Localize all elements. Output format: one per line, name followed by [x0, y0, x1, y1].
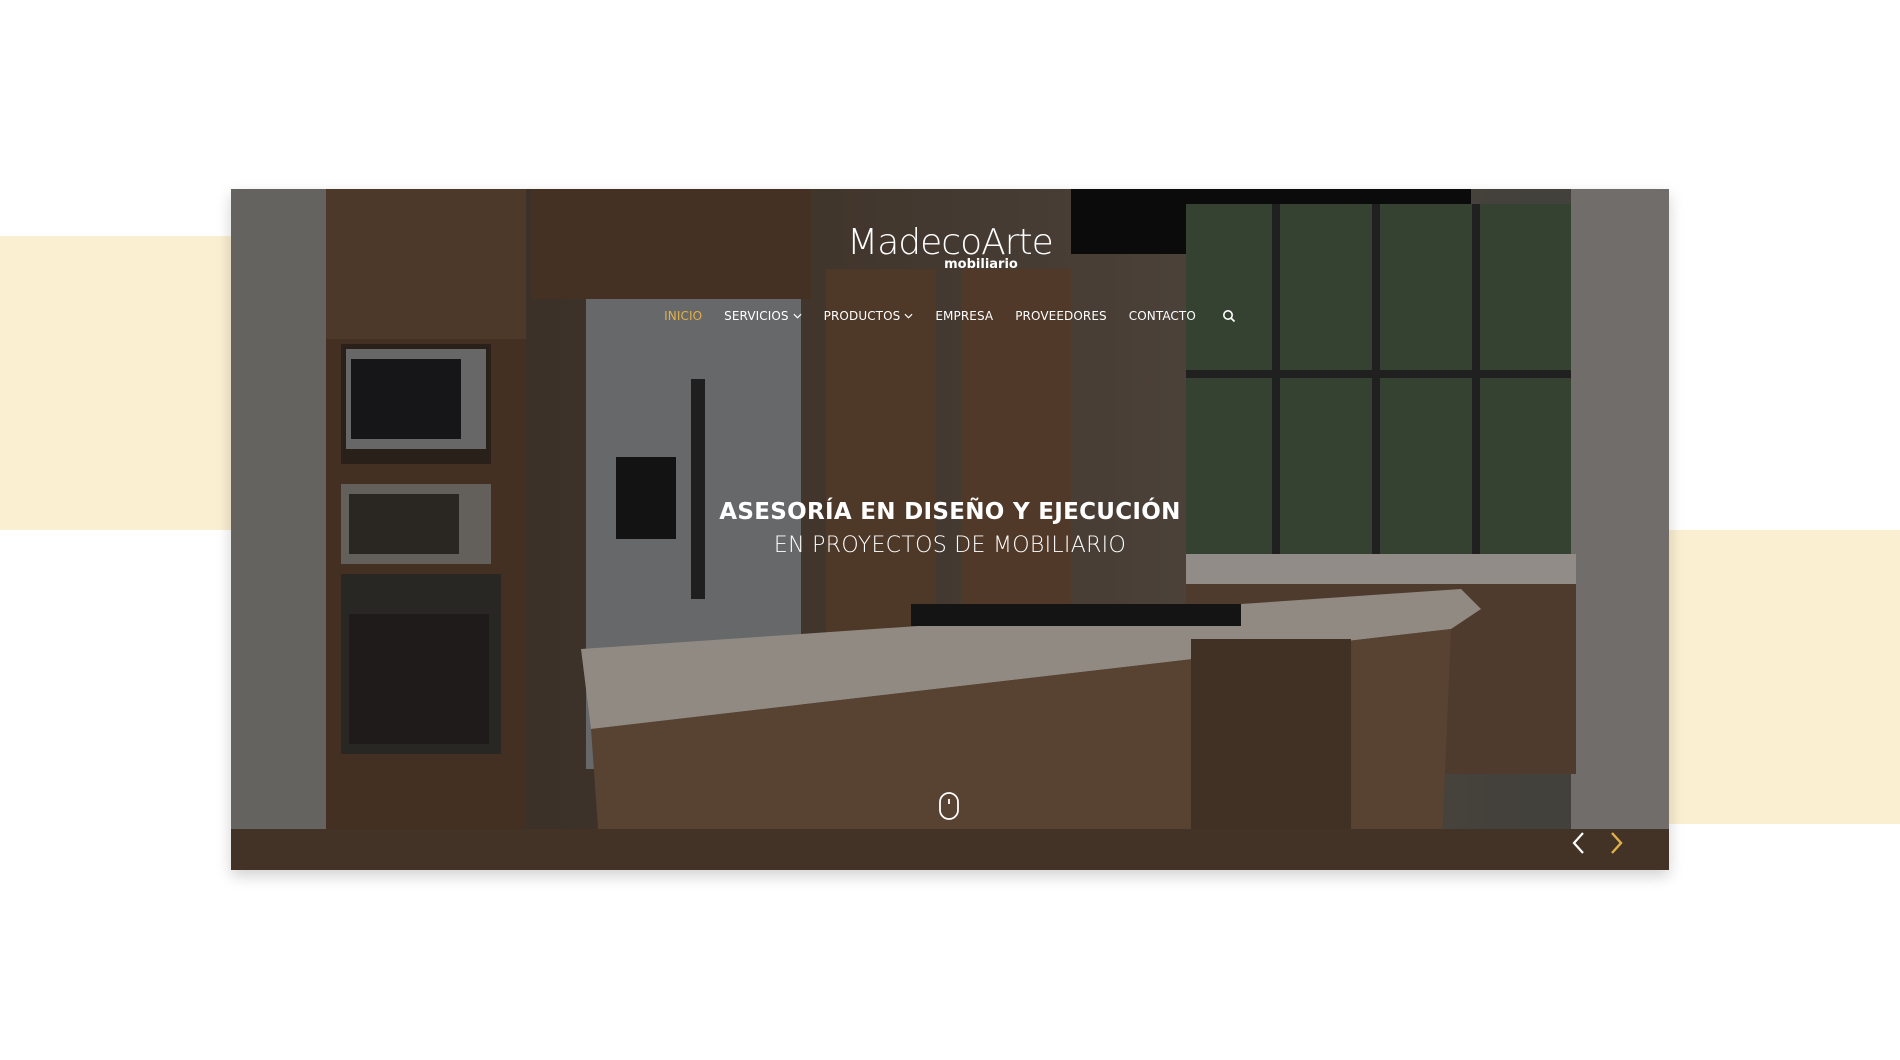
nav-item-label: PROVEEDORES — [1015, 309, 1107, 323]
search-icon[interactable] — [1222, 309, 1236, 323]
brand-logo[interactable]: MadecoArte mobiliario — [231, 223, 1669, 273]
hero-headline-line2: EN PROYECTOS DE MOBILIARIO — [773, 533, 1127, 558]
nav-item-contacto[interactable]: CONTACTO — [1129, 309, 1196, 323]
decorative-band-left — [0, 236, 232, 530]
nav-item-inicio[interactable]: INICIO — [664, 309, 702, 323]
main-nav: INICIO SERVICIOS PRODUCTOS EMPRESA PROVE… — [231, 309, 1669, 323]
brand-tagline: mobiliario — [944, 257, 1018, 272]
nav-item-label: PRODUCTOS — [823, 309, 901, 323]
nav-item-proveedores[interactable]: PROVEEDORES — [1015, 309, 1107, 323]
hero-slider: MadecoArte mobiliario INICIO SERVICIOS P… — [231, 189, 1669, 870]
chevron-down-icon — [793, 313, 802, 319]
chevron-right-icon[interactable] — [1606, 829, 1626, 857]
chevron-down-icon — [904, 313, 913, 319]
nav-item-label: INICIO — [664, 309, 703, 323]
decorative-band-right — [1668, 530, 1900, 824]
hero-headline-line1: ASESORÍA EN DISEÑO Y EJECUCIÓN — [719, 499, 1181, 525]
mouse-scroll-icon[interactable] — [938, 791, 960, 821]
nav-item-servicios[interactable]: SERVICIOS — [724, 309, 802, 323]
hero-headline: ASESORÍA EN DISEÑO Y EJECUCIÓN EN PROYEC… — [231, 499, 1669, 558]
nav-item-empresa[interactable]: EMPRESA — [935, 309, 993, 323]
nav-item-label: EMPRESA — [935, 309, 994, 323]
nav-item-label: SERVICIOS — [724, 309, 789, 323]
chevron-left-icon[interactable] — [1569, 829, 1589, 857]
nav-item-label: CONTACTO — [1128, 309, 1196, 323]
nav-item-productos[interactable]: PRODUCTOS — [824, 309, 914, 323]
